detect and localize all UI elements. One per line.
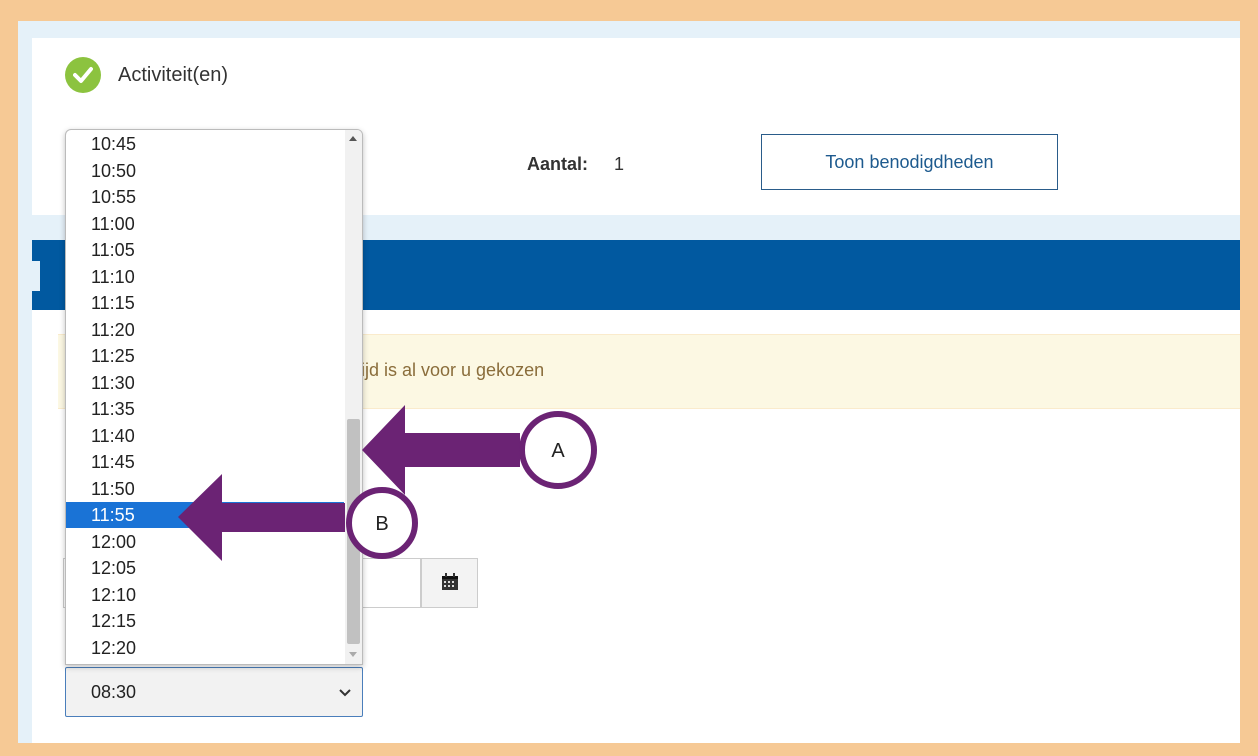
callout-label-b: B xyxy=(375,513,388,535)
callout-arrow-b xyxy=(178,474,345,561)
callout-label-a: A xyxy=(551,440,565,462)
annotation-overlay: A B xyxy=(178,405,597,561)
callout-arrow-a xyxy=(362,405,520,495)
